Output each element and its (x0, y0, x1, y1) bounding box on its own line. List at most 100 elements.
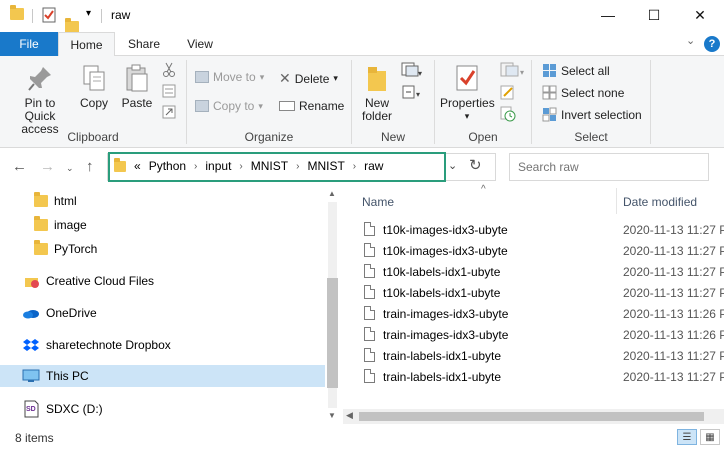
invert-selection-button[interactable]: Invert selection (542, 107, 642, 122)
history-icon[interactable] (500, 106, 516, 122)
select-group-label: Select (574, 130, 608, 144)
file-icon (364, 243, 375, 257)
organize-group-label: Organize (244, 130, 294, 144)
chevron-right-icon[interactable]: › (239, 161, 242, 172)
back-arrow-icon[interactable]: ← (12, 158, 27, 175)
items-count: 8 items (15, 431, 54, 445)
nav-item-label: sharetechnote Dropbox (46, 338, 171, 352)
tab-share[interactable]: Share (120, 32, 168, 56)
file-date: 2020-11-13 11:27 PM (623, 223, 724, 237)
nav-item-html[interactable]: html (34, 190, 77, 212)
chevron-right-icon[interactable]: › (194, 161, 197, 172)
address-dropdown-icon[interactable]: ⌄ (448, 159, 457, 172)
table-row[interactable]: t10k-images-idx3-ubyte 2020-11-13 11:27 … (343, 219, 724, 240)
scroll-up-icon[interactable]: ▲ (328, 189, 336, 198)
onedrive-icon (23, 310, 39, 319)
nav-item-dropbox[interactable]: sharetechnote Dropbox (22, 334, 171, 356)
search-box[interactable] (509, 153, 709, 181)
file-list: ^ Name Date modified t10k-images-idx3-ub… (343, 184, 724, 424)
copy-button[interactable]: Copy (76, 64, 112, 110)
copy-to-button[interactable]: Copy to ▾ (195, 99, 263, 113)
breadcrumb-item[interactable]: MNIST (307, 159, 344, 173)
nav-item-label: SDXC (D:) (46, 402, 103, 416)
details-view-icon[interactable]: ☰ (677, 429, 697, 445)
properties-button[interactable]: Properties ▾ (440, 64, 495, 123)
minimize-button[interactable]: — (585, 0, 631, 30)
file-list-horizontal-scrollbar[interactable]: ◀ (343, 409, 724, 424)
easy-access-icon[interactable]: ▾ (401, 84, 423, 100)
scroll-thumb[interactable] (359, 412, 704, 421)
table-row[interactable]: t10k-labels-idx1-ubyte 2020-11-13 11:27 … (343, 261, 724, 282)
scroll-down-icon[interactable]: ▼ (328, 411, 336, 420)
breadcrumb-item[interactable]: Python (149, 159, 186, 173)
breadcrumb-item[interactable]: raw (364, 159, 383, 173)
table-row[interactable]: train-labels-idx1-ubyte 2020-11-13 11:27… (343, 366, 724, 387)
new-folder-icon (368, 67, 386, 91)
scroll-thumb[interactable] (327, 278, 338, 388)
paste-icon (126, 64, 148, 92)
column-header-name[interactable]: Name (362, 195, 394, 209)
chevron-right-icon[interactable]: › (296, 161, 299, 172)
nav-item-label: image (54, 218, 87, 232)
breadcrumb-prefix[interactable]: « (134, 159, 141, 173)
refresh-icon[interactable]: ↻ (469, 156, 482, 174)
properties-quick-icon[interactable] (42, 7, 56, 23)
nav-item-sdxc[interactable]: SD SDXC (D:) (22, 398, 103, 420)
breadcrumb-item[interactable]: input (205, 159, 231, 173)
select-all-button[interactable]: Select all (542, 63, 610, 78)
search-input[interactable] (518, 160, 678, 174)
column-separator[interactable] (616, 188, 617, 214)
rename-label: Rename (299, 99, 345, 113)
move-to-label: Move to (213, 70, 256, 84)
nav-item-onedrive[interactable]: OneDrive (22, 302, 97, 324)
open-icon[interactable]: ▾ (500, 62, 526, 78)
file-icon (364, 306, 375, 320)
tab-view[interactable]: View (176, 32, 224, 56)
file-date: 2020-11-13 11:27 PM (623, 286, 724, 300)
move-to-button[interactable]: Move to ▾ (195, 70, 264, 84)
tab-file[interactable]: File (0, 32, 58, 56)
title-bar: ▾ raw — ☐ ✕ (0, 0, 724, 33)
ribbon-expand-icon[interactable]: ⌄ (686, 34, 695, 47)
paste-shortcut-icon[interactable] (162, 105, 176, 119)
invert-selection-label: Invert selection (561, 107, 642, 122)
scroll-left-icon[interactable]: ◀ (346, 410, 353, 421)
new-folder-label: New folder (361, 96, 393, 123)
new-folder-button[interactable]: New folder (357, 64, 397, 123)
column-header-date[interactable]: Date modified (623, 195, 697, 209)
nav-item-this-pc[interactable]: This PC (0, 365, 325, 387)
table-row[interactable]: t10k-labels-idx1-ubyte 2020-11-13 11:27 … (343, 282, 724, 303)
close-button[interactable]: ✕ (677, 0, 723, 30)
quick-access-dropdown-icon[interactable]: ▾ (86, 8, 91, 19)
paste-button[interactable]: Paste (118, 64, 156, 110)
breadcrumb-item[interactable]: MNIST (251, 159, 288, 173)
table-row[interactable]: t10k-images-idx3-ubyte 2020-11-13 11:27 … (343, 240, 724, 261)
nav-item-image[interactable]: image (34, 214, 87, 236)
forward-arrow-icon[interactable]: → (40, 158, 55, 175)
up-arrow-icon[interactable]: ↑ (86, 158, 94, 175)
new-item-icon[interactable]: ▾ (401, 62, 423, 78)
large-icons-view-icon[interactable]: ▦ (700, 429, 720, 445)
delete-button[interactable]: ✕ Delete ▾ (279, 70, 338, 87)
this-pc-icon (22, 369, 40, 382)
table-row[interactable]: train-images-idx3-ubyte 2020-11-13 11:26… (343, 303, 724, 324)
copy-path-icon[interactable] (162, 84, 176, 98)
help-icon[interactable]: ? (704, 36, 720, 52)
navigation-bar: ← → ⌄ ↑ « Python › input › MNIST › MNIST… (0, 148, 724, 188)
select-none-icon (542, 85, 557, 100)
pin-to-quick-access-button[interactable]: Pin to Quick access (6, 64, 74, 136)
nav-item-pytorch[interactable]: PyTorch (34, 238, 97, 260)
tab-home[interactable]: Home (58, 32, 115, 57)
rename-button[interactable]: Rename (279, 99, 344, 113)
table-row[interactable]: train-labels-idx1-ubyte 2020-11-13 11:27… (343, 345, 724, 366)
cut-icon[interactable] (162, 62, 176, 78)
navigation-scrollbar[interactable]: ▲ ▼ (325, 188, 340, 424)
table-row[interactable]: train-images-idx3-ubyte 2020-11-13 11:26… (343, 324, 724, 345)
select-none-button[interactable]: Select none (542, 85, 624, 100)
file-date: 2020-11-13 11:27 PM (623, 349, 724, 363)
recent-locations-icon[interactable]: ⌄ (66, 163, 74, 174)
maximize-button[interactable]: ☐ (631, 0, 677, 30)
nav-item-creative-cloud[interactable]: Creative Cloud Files (24, 270, 154, 292)
chevron-right-icon[interactable]: › (353, 161, 356, 172)
edit-icon[interactable] (500, 84, 516, 100)
